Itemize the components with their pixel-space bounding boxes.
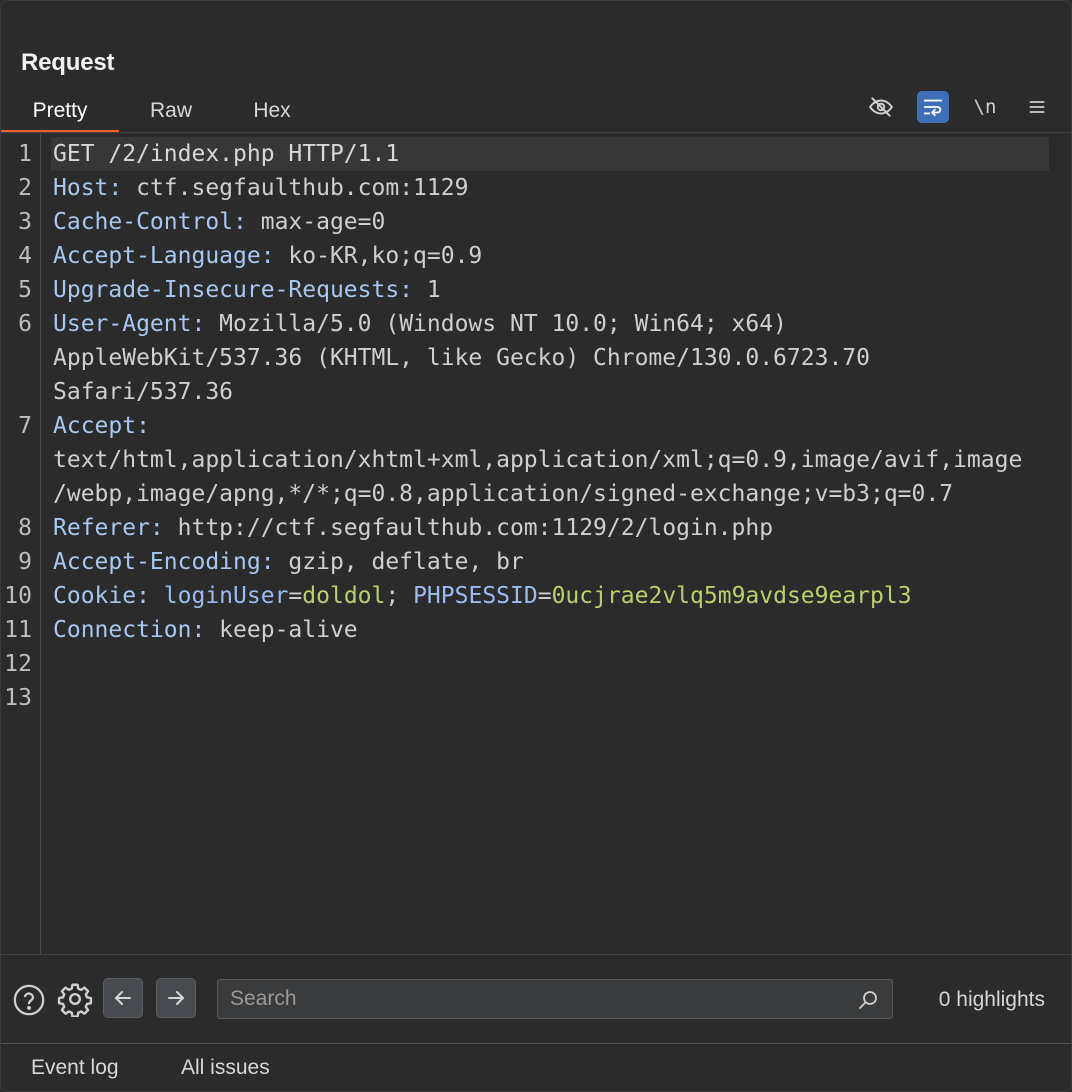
header-line-accept: Accept: <box>53 413 150 439</box>
menu-icon <box>1029 101 1045 113</box>
header-line-accept-wrap: /webp,image/apng,*/*;q=0.8,application/s… <box>53 481 954 507</box>
cookie-param-value: doldol <box>302 583 386 609</box>
header-line-accept-language: Accept-Language: ko-KR,ko;q=0.9 <box>53 243 483 269</box>
tab-event-log[interactable]: Event log <box>31 1056 119 1080</box>
line-number: 5 <box>18 277 32 303</box>
request-editor[interactable]: 1 2 3 4 5 6 7 8 9 10 11 12 13 GET /2/ind… <box>1 134 1071 954</box>
line-number: 8 <box>18 515 32 541</box>
code-area: GET /2/index.php HTTP/1.1 Host: ctf.segf… <box>51 137 1053 647</box>
eye-slash-icon <box>869 97 893 117</box>
header-line-upgrade-insecure: Upgrade-Insecure-Requests: 1 <box>53 277 441 303</box>
options-menu-button[interactable] <box>1021 91 1053 123</box>
arrow-left-icon <box>115 991 131 1005</box>
header-line-user-agent-wrap: Safari/537.36 <box>53 379 234 405</box>
search-bar: 0 highlights <box>1 955 1071 1043</box>
previous-match-button[interactable] <box>103 978 143 1018</box>
line-number: 7 <box>18 413 32 439</box>
cookie-param-value: 0ucjrae2vlq5m9avdse9earpl3 <box>551 583 912 609</box>
arrow-right-icon <box>168 991 184 1005</box>
header-line-accept-wrap: text/html,application/xhtml+xml,applicat… <box>53 447 1023 473</box>
line-number: 9 <box>18 549 32 575</box>
tab-all-issues[interactable]: All issues <box>181 1056 270 1080</box>
footer-bar: Event log All issues <box>1 1044 1071 1091</box>
next-match-button[interactable] <box>156 978 196 1018</box>
tab-divider <box>1 132 1071 133</box>
highlights-count: 0 highlights <box>938 988 1045 1011</box>
header-line-connection: Connection: keep-alive <box>53 617 358 643</box>
line-number: 6 <box>18 311 32 337</box>
cookie-param-name: PHPSESSID <box>413 583 538 609</box>
line-number: 12 <box>4 651 32 677</box>
settings-button[interactable] <box>56 980 94 1018</box>
view-tabs: Pretty Raw Hex <box>1 93 321 133</box>
request-line: GET /2/index.php HTTP/1.1 <box>51 137 1049 171</box>
header-line-referer: Referer: http://ctf.segfaulthub.com:1129… <box>53 515 774 541</box>
line-number: 3 <box>18 209 32 235</box>
line-number: 4 <box>18 243 32 269</box>
header-line-host: Host: ctf.segfaulthub.com:1129 <box>53 175 469 201</box>
help-icon <box>13 984 45 1016</box>
header-line-user-agent: User-Agent: Mozilla/5.0 (Windows NT 10.0… <box>53 311 787 337</box>
line-number: 10 <box>4 583 32 609</box>
line-gutter: 1 2 3 4 5 6 7 8 9 10 11 12 13 <box>1 134 41 954</box>
editor-toolbar: \n <box>845 91 1053 123</box>
line-number: 11 <box>4 617 32 643</box>
search-input[interactable] <box>230 980 840 1018</box>
header-line-cache-control: Cache-Control: max-age=0 <box>53 209 386 235</box>
gear-icon <box>57 983 93 1017</box>
tab-raw[interactable]: Raw <box>119 93 223 133</box>
header-line-cookie: Cookie: loginUser=doldol; PHPSESSID=0ucj… <box>53 583 912 609</box>
help-button[interactable] <box>11 982 47 1018</box>
wrap-lines-button[interactable] <box>917 91 949 123</box>
header-line-accept-encoding: Accept-Encoding: gzip, deflate, br <box>53 549 524 575</box>
wrap-lines-icon <box>923 99 943 117</box>
panel-title: Request <box>21 49 115 76</box>
hide-nonprintable-button[interactable] <box>865 91 897 123</box>
tab-pretty[interactable]: Pretty <box>1 93 119 133</box>
request-panel: Request Pretty Raw Hex \n 1 2 3 4 5 6 7 … <box>0 0 1072 1092</box>
header-line-user-agent-wrap: AppleWebKit/537.36 (KHTML, like Gecko) C… <box>53 345 870 371</box>
line-number: 13 <box>4 685 32 711</box>
line-number: 1 <box>18 141 32 167</box>
tab-hex[interactable]: Hex <box>223 93 321 133</box>
search-icon[interactable] <box>856 988 880 1012</box>
line-number: 2 <box>18 175 32 201</box>
search-field <box>217 979 893 1019</box>
cookie-param-name: loginUser <box>163 583 289 609</box>
show-newlines-button[interactable]: \n <box>969 91 1001 123</box>
